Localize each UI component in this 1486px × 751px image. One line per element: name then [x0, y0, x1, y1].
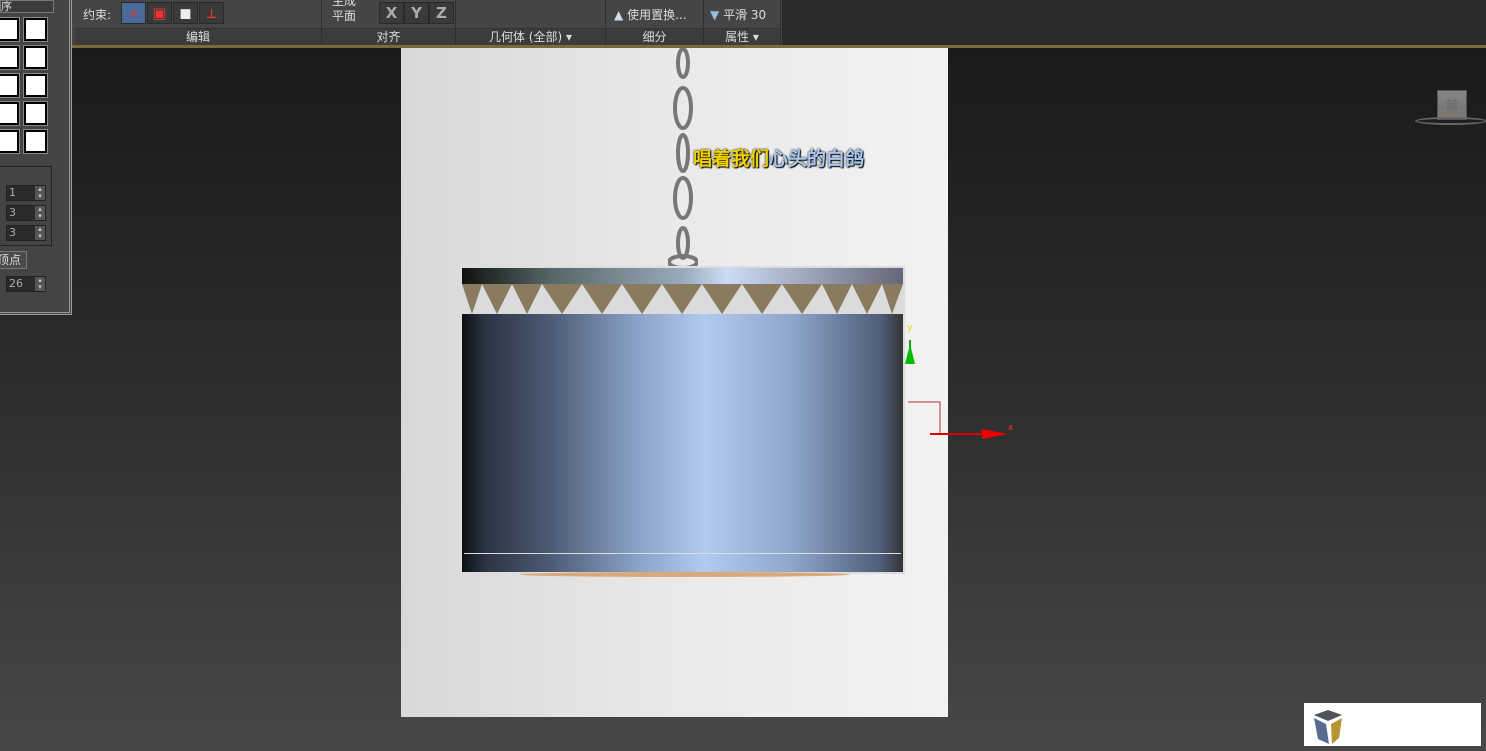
app-logo: [1304, 703, 1481, 746]
smooth-icon: ▼: [710, 8, 720, 22]
spinner-bottom[interactable]: 26 ▴ ▾: [6, 276, 46, 292]
lampshade-bottom-edge: [464, 553, 901, 554]
pattern-cross-grid[interactable]: [23, 101, 48, 126]
gizmo-y-arrow: [905, 344, 915, 364]
transform-gizmo[interactable]: y x: [900, 320, 1020, 445]
gizmo-x-arrow: [982, 429, 1008, 439]
section-properties: ▼ 平滑 30 属性 ▾: [704, 0, 781, 45]
ribbon: 约束: ✕ ▣ ◼ ⊥ 编辑 生成 平面 X Y Z 对齐 几何体 (全部) ▾ …: [72, 0, 782, 46]
lampshade-teeth: [462, 284, 903, 314]
section-label-edit: 编辑: [75, 28, 321, 45]
section-label-properties[interactable]: 属性 ▾: [704, 28, 780, 45]
left-panel: 序 1 ▴ ▾ 3 ▴ ▾ 3 ▴ ▾ 顶点 26 ▴ ▾: [0, 0, 72, 315]
vertex-button[interactable]: 顶点: [0, 251, 27, 269]
constraint-face-button[interactable]: ◼: [173, 2, 198, 24]
panel-header: 序: [0, 0, 54, 13]
subtitle: 唱着我们心头的白鸽: [693, 148, 865, 170]
section-label-geometry[interactable]: 几何体 (全部) ▾: [456, 28, 605, 45]
align-x-button[interactable]: X: [379, 2, 404, 24]
spinner-1[interactable]: 1 ▴ ▾: [6, 185, 46, 201]
pattern-lattice[interactable]: [23, 17, 48, 42]
pattern-bars[interactable]: [23, 129, 48, 154]
viewcube[interactable]: 前: [1437, 90, 1467, 120]
section-label-subdivide: 细分: [606, 28, 703, 45]
align-y-button[interactable]: Y: [404, 2, 429, 24]
displace-icon: ▲: [614, 8, 624, 22]
generate-plane-button[interactable]: 生成 平面: [332, 0, 356, 24]
gizmo-y-label: y: [907, 323, 913, 333]
pattern-mesh[interactable]: [0, 73, 20, 98]
constraint-label: 约束:: [83, 8, 112, 22]
spinner-3[interactable]: 3 ▴ ▾: [6, 225, 46, 241]
lampshade-rim: [520, 572, 850, 577]
pattern-cross[interactable]: [23, 45, 48, 70]
pattern-brick[interactable]: [0, 17, 20, 42]
section-subdivide: ▲ 使用置换... 细分: [606, 0, 704, 45]
pattern-blocks[interactable]: [23, 73, 48, 98]
constraint-none-button[interactable]: ✕: [121, 2, 146, 24]
constraint-edge-button[interactable]: ▣: [147, 2, 172, 24]
smooth-button[interactable]: ▼ 平滑 30: [710, 6, 766, 23]
viewcube-compass-ring[interactable]: [1415, 117, 1486, 125]
use-displace-button[interactable]: ▲ 使用置换...: [614, 6, 687, 23]
align-z-button[interactable]: Z: [429, 2, 454, 24]
gizmo-x-label: x: [1008, 423, 1014, 433]
constraint-normal-button[interactable]: ⊥: [199, 2, 224, 24]
section-label-align: 对齐: [322, 28, 455, 45]
lampshade-top-band: [462, 268, 903, 284]
pattern-shatter[interactable]: [0, 101, 20, 126]
lampshade-mesh[interactable]: [460, 266, 905, 574]
section-geometry: 几何体 (全部) ▾: [456, 0, 606, 45]
pattern-diagonal[interactable]: [0, 45, 20, 70]
pattern-window[interactable]: [0, 129, 20, 154]
logo-cube-icon: [1314, 710, 1342, 744]
section-align: 生成 平面 X Y Z 对齐: [322, 0, 456, 45]
section-edit: 约束: ✕ ▣ ◼ ⊥ 编辑: [75, 0, 322, 45]
spinner-2[interactable]: 3 ▴ ▾: [6, 205, 46, 221]
